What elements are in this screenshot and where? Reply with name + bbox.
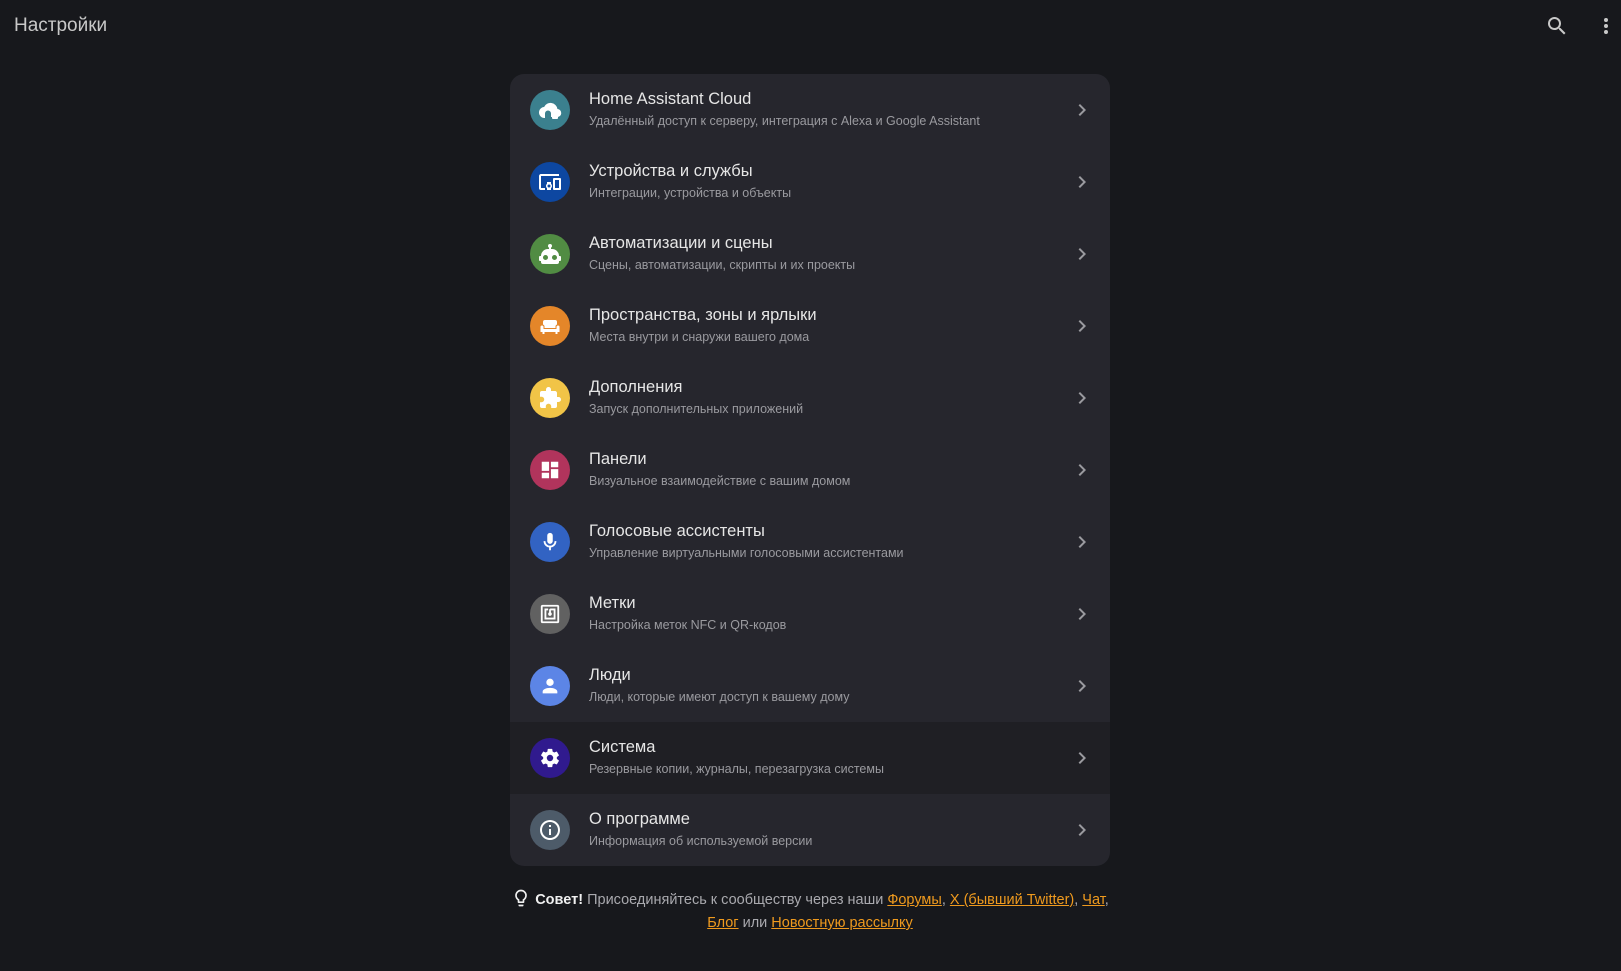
separator: , [941, 892, 946, 908]
menu-item-system[interactable]: Система Резервные копии, журналы, переза… [510, 722, 1110, 794]
tip-text: Присоединяйтесь к сообществу через наши [587, 892, 884, 908]
chevron-right-icon [1078, 536, 1086, 548]
menu-item-subtitle: Люди, которые имеют доступ к вашему дому [589, 690, 850, 704]
menu-item-cloud[interactable]: Home Assistant Cloud Удалённый доступ к … [510, 74, 1110, 146]
separator: , [1074, 892, 1079, 908]
menu-item-title: О программе [589, 810, 690, 828]
chevron-right-icon [1078, 392, 1086, 404]
menu-item-subtitle: Места внутри и снаружи вашего дома [589, 330, 810, 344]
menu-item-badge [530, 234, 570, 274]
chevron-right-icon [1078, 824, 1086, 836]
menu-item-voice-assistants[interactable]: Голосовые ассистенты Управление виртуаль… [510, 506, 1110, 578]
overflow-menu-button[interactable] [1590, 10, 1621, 42]
menu-item-badge [530, 810, 570, 850]
menu-item-subtitle: Настройка меток NFC и QR-кодов [589, 618, 787, 632]
link-x-twitter[interactable]: X (бывший Twitter) [950, 892, 1074, 908]
menu-item-people[interactable]: Люди Люди, которые имеют доступ к вашему… [510, 650, 1110, 722]
chevron-right-icon [1078, 320, 1086, 332]
menu-item-title: Home Assistant Cloud [589, 90, 752, 108]
menu-item-subtitle: Информация об используемой версии [589, 834, 813, 848]
menu-item-title: Панели [589, 450, 647, 468]
chevron-right-icon [1078, 752, 1086, 764]
link-chat[interactable]: Чат [1082, 892, 1104, 908]
dashboard-icon [541, 461, 559, 479]
tip-or: или [742, 915, 768, 931]
menu-item-badge [530, 90, 570, 130]
cog-icon [541, 748, 559, 768]
settings-menu-card: Home Assistant Cloud Удалённый доступ к … [510, 74, 1110, 866]
microphone-icon [543, 532, 557, 551]
lightbulb-icon [515, 889, 528, 907]
search-icon [1548, 17, 1566, 35]
tip-label: Совет! [535, 892, 584, 908]
devices-icon [539, 174, 561, 190]
menu-item-title: Устройства и службы [589, 162, 753, 180]
menu-item-badge [530, 594, 570, 634]
chevron-right-icon [1078, 104, 1086, 116]
menu-item-subtitle: Запуск дополнительных приложений [589, 402, 804, 416]
menu-item-badge [530, 666, 570, 706]
separator: , [1104, 892, 1109, 908]
link-newsletter[interactable]: Новостную рассылку [771, 915, 912, 931]
menu-item-title: Голосовые ассистенты [589, 522, 765, 540]
chevron-right-icon [1078, 248, 1086, 260]
menu-item-title: Дополнения [589, 378, 683, 396]
search-button[interactable] [1541, 10, 1573, 42]
menu-item-badge [530, 522, 570, 562]
top-app-bar: Настройки [0, 0, 1621, 52]
sofa-icon [540, 320, 560, 334]
menu-item-title: Метки [589, 594, 636, 612]
cloud-lock-icon [539, 102, 562, 119]
menu-item-title: Автоматизации и сцены [589, 234, 773, 252]
menu-item-about[interactable]: О программе Информация об используемой в… [510, 794, 1110, 866]
menu-item-subtitle: Резервные копии, журналы, перезагрузка с… [589, 762, 884, 776]
chevron-right-icon [1078, 176, 1086, 188]
nfc-tag-icon [540, 604, 560, 624]
dots-vertical-icon [1604, 18, 1608, 34]
menu-item-title: Люди [589, 666, 631, 684]
page-title: Настройки [14, 15, 108, 36]
menu-item-automations[interactable]: Автоматизации и сцены Сцены, автоматизац… [510, 218, 1110, 290]
menu-item-subtitle: Управление виртуальными голосовыми ассис… [589, 546, 904, 560]
menu-item-badge [530, 378, 570, 418]
menu-item-badge [530, 162, 570, 202]
menu-item-subtitle: Визуальное взаимодействие с вашим домом [589, 474, 851, 488]
menu-item-tags[interactable]: Метки Настройка меток NFC и QR-кодов [510, 578, 1110, 650]
chevron-right-icon [1078, 464, 1086, 476]
menu-item-subtitle: Интеграции, устройства и объекты [589, 186, 792, 200]
information-icon [540, 820, 560, 840]
menu-item-badge [530, 450, 570, 490]
menu-item-areas[interactable]: Пространства, зоны и ярлыки Места внутри… [510, 290, 1110, 362]
tip-footer: Совет! Присоединяйтесь к сообществу чере… [510, 888, 1110, 935]
link-blog[interactable]: Блог [707, 915, 738, 931]
account-icon [542, 678, 558, 694]
chevron-right-icon [1078, 680, 1086, 692]
menu-item-subtitle: Сцены, автоматизации, скрипты и их проек… [589, 258, 856, 272]
link-forums[interactable]: Форумы [887, 892, 941, 908]
menu-item-addons[interactable]: Дополнения Запуск дополнительных приложе… [510, 362, 1110, 434]
menu-item-title: Пространства, зоны и ярлыки [589, 306, 817, 324]
chevron-right-icon [1078, 608, 1086, 620]
menu-item-devices[interactable]: Устройства и службы Интеграции, устройст… [510, 146, 1110, 218]
menu-item-subtitle: Удалённый доступ к серверу, интеграция с… [589, 114, 980, 128]
menu-item-dashboards[interactable]: Панели Визуальное взаимодействие с вашим… [510, 434, 1110, 506]
robot-icon [539, 244, 561, 264]
puzzle-icon [540, 387, 561, 408]
menu-item-title: Система [589, 738, 656, 756]
menu-item-badge [530, 738, 570, 778]
menu-item-badge [530, 306, 570, 346]
